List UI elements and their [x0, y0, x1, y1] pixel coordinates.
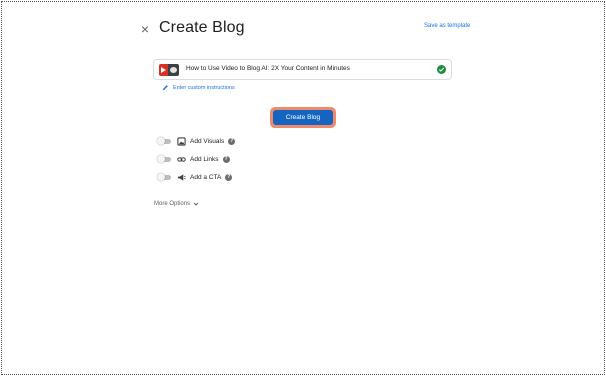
more-options-toggle[interactable]: More Options [154, 201, 199, 207]
video-thumbnail [159, 64, 179, 76]
custom-instructions-label: Enter custom instructions [173, 84, 235, 91]
save-as-template-link[interactable]: Save as template [424, 23, 470, 29]
option-add-visuals: Add Visuals ? [157, 136, 236, 146]
help-icon[interactable]: ? [225, 173, 233, 181]
more-options-label: More Options [154, 201, 191, 207]
option-add-cta: Add a CTA ? [157, 172, 233, 182]
add-links-label: Add Links [190, 155, 219, 163]
add-visuals-toggle[interactable] [157, 136, 171, 145]
chevron-down-icon [193, 202, 199, 206]
add-cta-label: Add a CTA [190, 173, 222, 181]
add-visuals-label: Add Visuals [190, 137, 225, 145]
page-frame [1, 1, 605, 375]
video-topic-field[interactable]: How to Use Video to Blog AI: 2X Your Con… [153, 59, 452, 80]
help-icon[interactable]: ? [222, 155, 230, 163]
close-icon[interactable]: × [139, 22, 151, 36]
check-circle-icon [437, 65, 446, 74]
create-blog-label: Create Blog [273, 110, 333, 125]
add-links-toggle[interactable] [157, 154, 171, 163]
pencil-icon [162, 85, 168, 91]
page-title: Create Blog [159, 19, 245, 36]
image-icon [177, 136, 186, 146]
custom-instructions-link[interactable]: Enter custom instructions [162, 84, 235, 91]
add-cta-toggle[interactable] [157, 172, 171, 181]
help-icon[interactable]: ? [228, 137, 236, 145]
video-title: How to Use Video to Blog AI: 2X Your Con… [186, 65, 350, 72]
megaphone-icon [177, 173, 186, 181]
link-icon [177, 156, 186, 162]
create-blog-button[interactable]: Create Blog [270, 107, 336, 128]
option-add-links: Add Links ? [157, 154, 230, 164]
